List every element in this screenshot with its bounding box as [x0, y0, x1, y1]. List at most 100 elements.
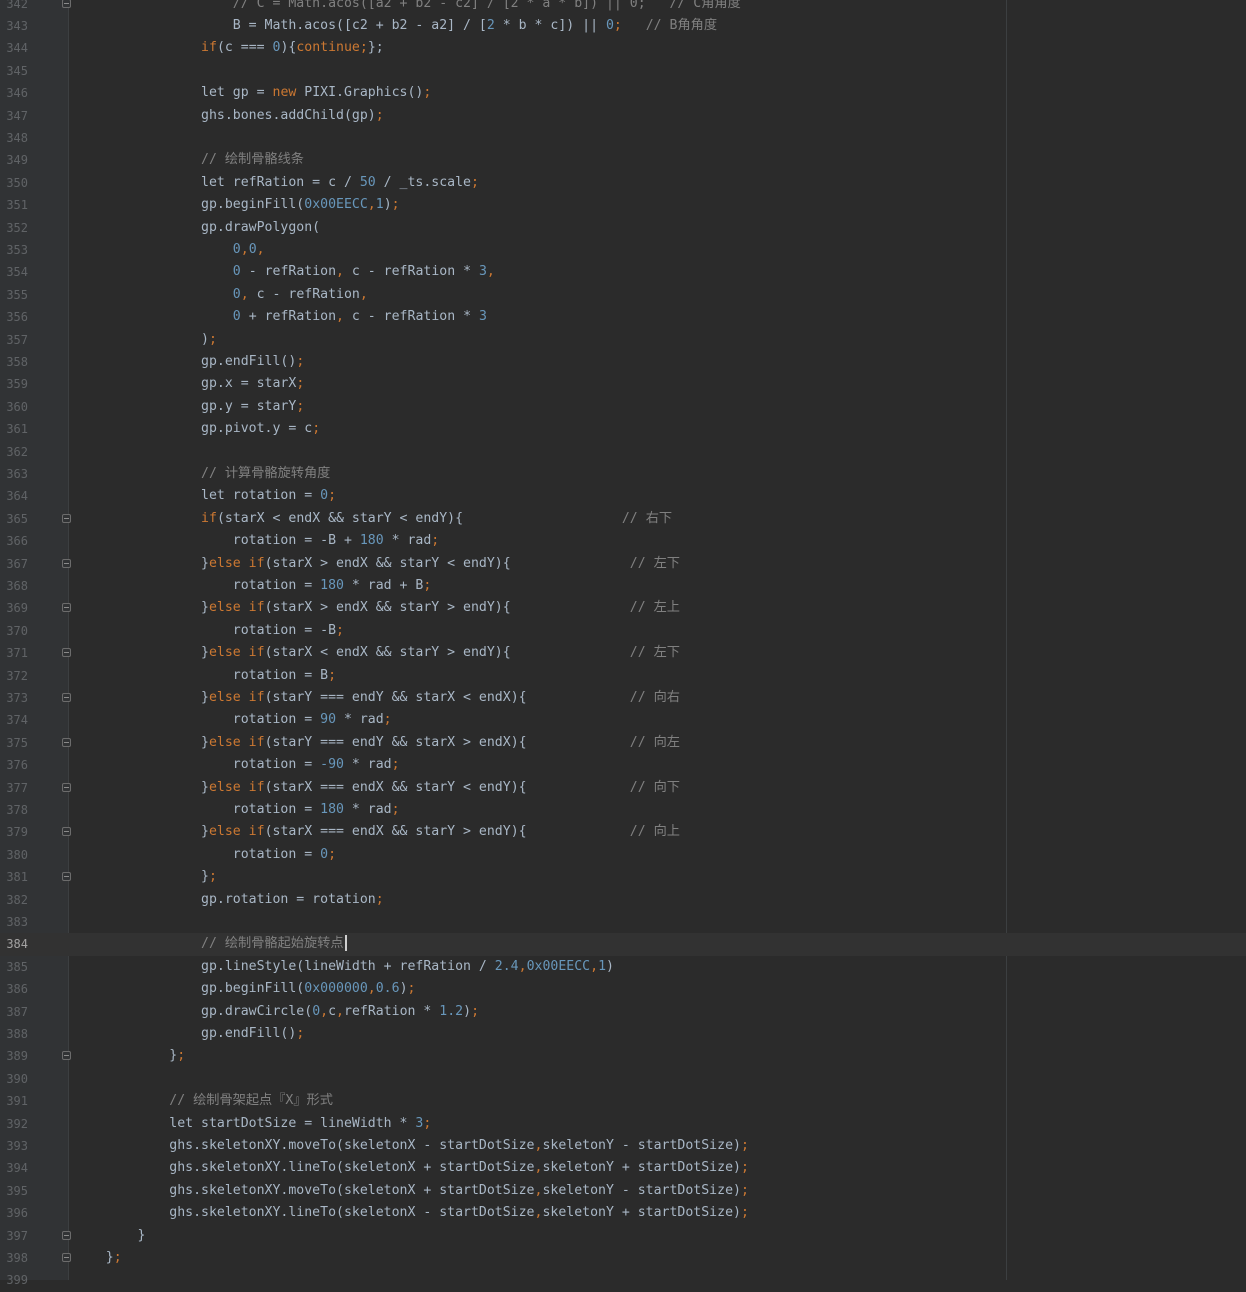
fold-toggle-icon[interactable]: [62, 872, 71, 882]
code-line[interactable]: 385 gp.lineStyle(lineWidth + refRation /…: [0, 956, 1246, 978]
code-line[interactable]: 386 gp.beginFill(0x000000,0.6);: [0, 978, 1246, 1000]
line-number: 345: [6, 63, 28, 78]
code-line[interactable]: 345: [0, 60, 1246, 82]
code-line[interactable]: 381 };: [0, 866, 1246, 888]
code-line[interactable]: 353 0,0,: [0, 239, 1246, 261]
code-line[interactable]: 355 0, c - refRation,: [0, 284, 1246, 306]
code-line[interactable]: 365 if(starX < endX && starY < endY){ //…: [0, 508, 1246, 530]
code-line[interactable]: 394 ghs.skeletonXY.lineTo(skeletonX + st…: [0, 1157, 1246, 1179]
code-line[interactable]: 388 gp.endFill();: [0, 1023, 1246, 1045]
code-line[interactable]: 346 let gp = new PIXI.Graphics();: [0, 82, 1246, 104]
fold-toggle-icon[interactable]: [62, 0, 71, 8]
code-line[interactable]: 372 rotation = B;: [0, 665, 1246, 687]
fold-toggle-icon[interactable]: [62, 693, 71, 702]
code-line[interactable]: 382 gp.rotation = rotation;: [0, 889, 1246, 911]
code-line[interactable]: 350 let refRation = c / 50 / _ts.scale;: [0, 172, 1246, 194]
code-token: }: [74, 1227, 146, 1243]
code-line[interactable]: 343 B = Math.acos([c2 + b2 - a2] / [2 * …: [0, 15, 1246, 37]
code-line[interactable]: 387 gp.drawCircle(0,c,refRation * 1.2);: [0, 1001, 1246, 1023]
code-line[interactable]: 373 }else if(starY === endY && starX < e…: [0, 687, 1246, 709]
fold-toggle-icon[interactable]: [62, 603, 71, 613]
code-line[interactable]: 391 // 绘制骨架起点『X』形式: [0, 1090, 1246, 1112]
line-number: 351: [6, 198, 28, 213]
fold-toggle-icon[interactable]: [62, 558, 71, 568]
code-line[interactable]: 389 };: [0, 1045, 1246, 1067]
code-token: gp.beginFill(: [74, 981, 305, 997]
code-line[interactable]: 378 rotation = 180 * rad;: [0, 799, 1246, 821]
code-line[interactable]: 352 gp.drawPolygon(: [0, 217, 1246, 239]
code-token: }: [74, 600, 209, 616]
code-line[interactable]: 370 rotation = -B;: [0, 620, 1246, 642]
code-token: ){: [280, 40, 297, 56]
fold-toggle-icon[interactable]: [62, 1253, 71, 1262]
code-token: rotation = B: [74, 667, 329, 683]
code-line[interactable]: 399: [0, 1269, 1246, 1291]
code-line[interactable]: 390: [0, 1068, 1246, 1090]
code-line[interactable]: 359 gp.x = starX;: [0, 373, 1246, 395]
code-line[interactable]: 374 rotation = 90 * rad;: [0, 709, 1246, 731]
code-line[interactable]: 363 // 计算骨骼旋转角度: [0, 463, 1246, 485]
code-line[interactable]: 354 0 - refRation, c - refRation * 3,: [0, 261, 1246, 283]
code-token: c: [328, 1003, 337, 1019]
code-token: let gp =: [74, 85, 273, 101]
fold-toggle-icon[interactable]: [62, 782, 71, 792]
code-token: rotation =: [74, 712, 321, 728]
code-line[interactable]: 383: [0, 911, 1246, 933]
line-number: 357: [6, 332, 28, 347]
code-line[interactable]: 367 }else if(starX > endX && starY < end…: [0, 553, 1246, 575]
code-token: ;: [328, 667, 337, 683]
code-line[interactable]: 366 rotation = -B + 180 * rad;: [0, 530, 1246, 552]
code-line[interactable]: 351 gp.beginFill(0x00EECC,1);: [0, 194, 1246, 216]
code-line[interactable]: 392 let startDotSize = lineWidth * 3;: [0, 1113, 1246, 1135]
fold-toggle-icon[interactable]: [62, 513, 71, 523]
fold-toggle-icon[interactable]: [62, 1230, 71, 1240]
code-line[interactable]: 344 if(c === 0){continue;};: [0, 37, 1246, 59]
code-line[interactable]: 357 );: [0, 329, 1246, 351]
fold-toggle-icon[interactable]: [62, 1051, 71, 1061]
code-token: ): [606, 958, 614, 974]
code-token: ,: [359, 286, 368, 302]
code-line[interactable]: 380 rotation = 0;: [0, 844, 1246, 866]
code-token: 0: [312, 1003, 321, 1019]
code-line[interactable]: 384 // 绘制骨骼起始旋转点: [0, 933, 1246, 956]
code-line[interactable]: 347 ghs.bones.addChild(gp);: [0, 105, 1246, 127]
code-token: else if: [208, 690, 265, 705]
fold-toggle-icon[interactable]: [62, 827, 71, 837]
code-line[interactable]: 364 let rotation = 0;: [0, 485, 1246, 507]
code-text: gp.drawPolygon(: [74, 217, 320, 239]
code-token: gp.rotation = rotation: [74, 891, 376, 907]
code-line[interactable]: 395 ghs.skeletonXY.moveTo(skeletonX + st…: [0, 1180, 1246, 1202]
code-line[interactable]: 349 // 绘制骨骼线条: [0, 149, 1246, 171]
code-line[interactable]: 362: [0, 441, 1246, 463]
code-token: else if: [208, 779, 265, 795]
line-number: 392: [6, 1116, 28, 1131]
code-line[interactable]: 368 rotation = 180 * rad + B;: [0, 575, 1246, 597]
code-line[interactable]: 348: [0, 127, 1246, 149]
code-token: ;: [391, 802, 400, 817]
code-token: ,: [240, 242, 249, 257]
code-line[interactable]: 371 }else if(starX < endX && starY > end…: [0, 642, 1246, 664]
code-line[interactable]: 377 }else if(starX === endX && starY < e…: [0, 777, 1246, 799]
code-editor[interactable]: 342 // C = Math.acos([a2 + b2 - c2] / [2…: [0, 0, 1246, 1287]
code-line[interactable]: 396 ghs.skeletonXY.lineTo(skeletonX - st…: [0, 1202, 1246, 1224]
code-line[interactable]: 369 }else if(starX > endX && starY > end…: [0, 597, 1246, 619]
fold-toggle-icon[interactable]: [62, 737, 71, 747]
code-line[interactable]: 398 };: [0, 1247, 1246, 1269]
code-line[interactable]: 342 // C = Math.acos([a2 + b2 - c2] / [2…: [0, 0, 1246, 15]
code-line[interactable]: 393 ghs.skeletonXY.moveTo(skeletonX - st…: [0, 1135, 1246, 1157]
code-token: rotation =: [74, 578, 321, 593]
code-line[interactable]: 397 }: [0, 1225, 1246, 1247]
code-area[interactable]: 342 // C = Math.acos([a2 + b2 - c2] / [2…: [0, 0, 1246, 1287]
code-token: }: [74, 779, 209, 795]
code-line[interactable]: 356 0 + refRation, c - refRation * 3: [0, 306, 1246, 328]
code-line[interactable]: 360 gp.y = starY;: [0, 396, 1246, 418]
code-text: rotation = -90 * rad;: [74, 754, 400, 776]
code-line[interactable]: 361 gp.pivot.y = c;: [0, 418, 1246, 440]
code-line[interactable]: 376 rotation = -90 * rad;: [0, 754, 1246, 776]
code-line[interactable]: 358 gp.endFill();: [0, 351, 1246, 373]
code-line[interactable]: 379 }else if(starX === endX && starY > e…: [0, 821, 1246, 843]
code-text: B = Math.acos([c2 + b2 - a2] / [2 * b * …: [74, 15, 717, 37]
code-line[interactable]: 375 }else if(starY === endY && starX > e…: [0, 732, 1246, 754]
fold-toggle-icon[interactable]: [62, 648, 71, 658]
